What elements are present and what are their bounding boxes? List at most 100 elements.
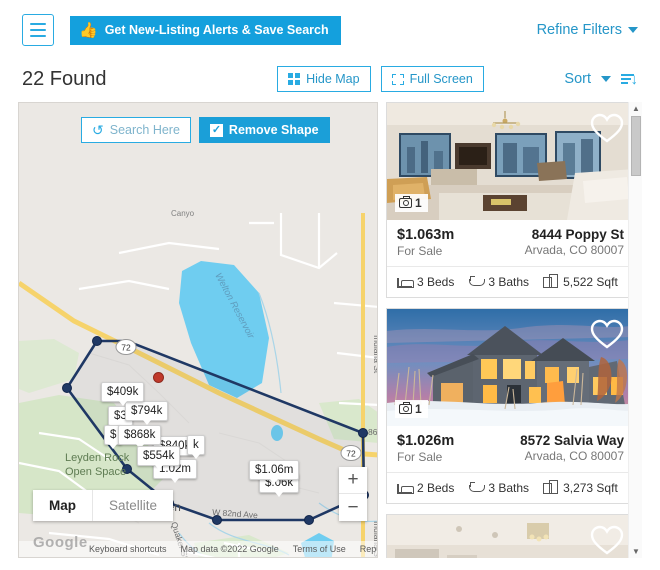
svg-text:72: 72 [121, 343, 131, 353]
listing-photo[interactable] [387, 515, 634, 558]
terms-of-use-link[interactable]: Terms of Use [293, 544, 346, 554]
refine-filters-button[interactable]: Refine Filters [537, 22, 638, 38]
listing-status: For Sale [397, 450, 443, 464]
listing-photo[interactable]: 1 [387, 309, 634, 426]
scroll-down-arrow[interactable]: ▼ [629, 545, 642, 558]
google-watermark: Google [33, 534, 88, 551]
scrollbar-thumb[interactable] [631, 116, 641, 176]
search-here-button[interactable]: ↺ Search Here [81, 117, 191, 143]
listing-address-block: 8444 Poppy St Arvada, CO 80007 [525, 227, 624, 258]
sqft-value: 3,273 Sqft [563, 481, 618, 495]
listing-address-block: 8572 Salvia Way Arvada, CO 80007 [520, 433, 624, 464]
listing-price: $1.026m [397, 433, 455, 449]
map-type-satellite[interactable]: Satellite [92, 490, 173, 521]
sqft-fact: 3,273 Sqft [543, 480, 618, 495]
listing-city: Arvada, CO 80007 [524, 449, 624, 463]
listing-results-panel[interactable]: 1 $1.063m For Sale 8444 Poppy St Arvada,… [386, 102, 642, 558]
bath-icon [468, 482, 486, 494]
listing-price-block: $1.063m For Sale [397, 227, 454, 258]
listing-facts: 2 Beds 3 Baths 3,273 Sqft [387, 473, 634, 503]
baths-fact: 3 Baths [468, 275, 529, 289]
results-count: 22 Found [22, 67, 107, 90]
photo-count: 1 [415, 196, 422, 210]
map-type-map[interactable]: Map [33, 490, 92, 521]
sort-icon[interactable]: ↓ [621, 72, 638, 87]
listing-status: For Sale [397, 244, 443, 258]
photo-count: 1 [415, 402, 422, 416]
grid-icon [288, 73, 301, 85]
price-marker[interactable]: $554k [137, 446, 181, 470]
chevron-down-icon [628, 27, 638, 33]
map-panel[interactable]: 72 72 Welton Reservoir Indiana St Indian… [18, 102, 378, 558]
sort-label: Sort [564, 71, 591, 87]
full-screen-button[interactable]: Full Screen [380, 66, 484, 92]
listing-city: Arvada, CO 80007 [524, 243, 624, 257]
photo-count-badge: 1 [395, 400, 428, 418]
selected-property-marker[interactable] [153, 372, 164, 383]
bed-icon [397, 276, 414, 288]
svg-text:Canyo: Canyo [171, 209, 195, 218]
thumbs-up-icon: 👍 [79, 21, 98, 39]
bath-icon [468, 276, 486, 288]
listing-photo[interactable]: 1 [387, 103, 634, 220]
remove-shape-label: Remove Shape [228, 123, 319, 137]
listing-card[interactable]: 1 $1.063m For Sale 8444 Poppy St Arvada,… [386, 102, 635, 298]
listing-price: $1.063m [397, 227, 455, 243]
price-marker[interactable]: k [187, 435, 205, 459]
photo-count-badge: 1 [395, 194, 428, 212]
menu-button[interactable] [22, 14, 54, 46]
baths-fact: 3 Baths [468, 481, 529, 495]
sort-control[interactable]: Sort ↓ [564, 71, 638, 87]
keyboard-shortcuts-link[interactable]: Keyboard shortcuts [89, 544, 167, 554]
listing-card[interactable]: 1 $1.026m For Sale 8572 Salvia Way Arvad… [386, 308, 635, 504]
heart-icon[interactable] [590, 112, 624, 144]
price-marker[interactable]: $868k [118, 425, 162, 449]
map-data-text: Map data ©2022 Google [180, 544, 279, 554]
hide-map-label: Hide Map [306, 72, 360, 86]
scroll-up-arrow[interactable]: ▲ [629, 102, 642, 115]
beds-value: 2 Beds [417, 481, 455, 495]
price-marker[interactable]: $794k [125, 401, 169, 425]
checkbox-icon: ✓ [209, 123, 223, 137]
results-toolbar: 22 Found Hide Map Full Screen Sort ↓ [0, 56, 660, 102]
listing-summary: $1.026m For Sale 8572 Salvia Way Arvada,… [387, 426, 634, 473]
chevron-down-icon [601, 76, 611, 82]
map-type-toggle: Map Satellite [33, 490, 174, 521]
baths-value: 3 Baths [488, 481, 530, 495]
beds-fact: 3 Beds [397, 275, 454, 289]
beds-value: 3 Beds [417, 275, 455, 289]
sqft-value: 5,522 Sqft [563, 275, 618, 289]
heart-icon[interactable] [590, 524, 624, 556]
expand-icon [391, 73, 404, 85]
camera-icon [399, 401, 412, 414]
remove-shape-button[interactable]: ✓ Remove Shape [198, 117, 330, 143]
zoom-out-button[interactable]: − [339, 494, 367, 521]
svg-text:86th Pl: 86th Pl [368, 427, 378, 437]
bed-icon [397, 482, 414, 494]
search-here-label: Search Here [109, 123, 180, 137]
price-marker[interactable]: $1.06m [249, 460, 300, 484]
map-view-controls: Hide Map Full Screen [187, 66, 484, 92]
heart-icon[interactable] [590, 318, 624, 350]
top-header-bar: 👍 Get New-Listing Alerts & Save Search R… [0, 0, 660, 60]
camera-icon [399, 195, 412, 208]
report-map-error-link[interactable]: Report a map error [360, 544, 377, 554]
real-estate-search-page: 👍 Get New-Listing Alerts & Save Search R… [0, 0, 660, 570]
price-marker[interactable]: $409k [101, 382, 145, 406]
hamburger-icon [30, 23, 46, 25]
beds-fact: 2 Beds [397, 481, 454, 495]
sqft-icon [543, 480, 559, 494]
sqft-icon [543, 274, 559, 288]
refresh-icon: ↺ [92, 122, 104, 138]
map-action-buttons: ↺ Search Here ✓ Remove Shape [81, 117, 330, 143]
svg-text:72: 72 [346, 449, 356, 459]
listing-address: 8572 Salvia Way [520, 433, 624, 448]
zoom-in-button[interactable]: + [339, 467, 367, 494]
svg-text:Indiana St: Indiana St [372, 335, 378, 374]
listings-scrollbar[interactable]: ▲ ▼ [628, 102, 642, 558]
get-new-listing-alerts-button[interactable]: 👍 Get New-Listing Alerts & Save Search [70, 15, 341, 45]
listing-summary: $1.063m For Sale 8444 Poppy St Arvada, C… [387, 220, 634, 267]
baths-value: 3 Baths [488, 275, 530, 289]
listing-card[interactable] [386, 514, 635, 558]
hide-map-button[interactable]: Hide Map [277, 66, 371, 92]
